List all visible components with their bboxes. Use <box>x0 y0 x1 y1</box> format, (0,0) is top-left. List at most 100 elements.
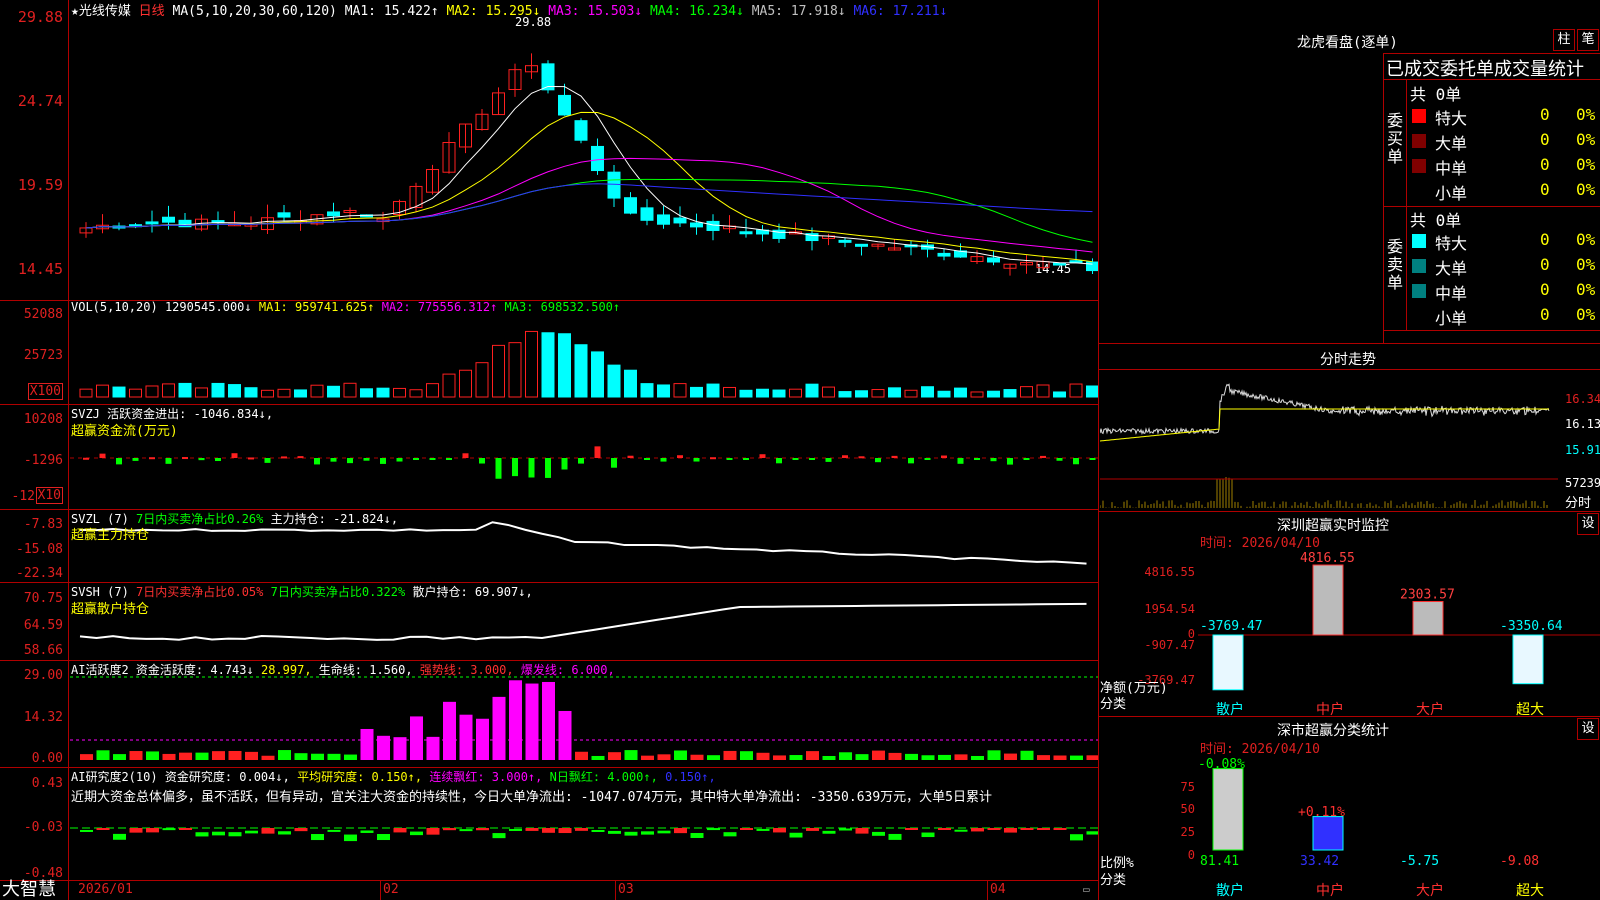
flow-bar <box>545 458 551 478</box>
x-axis-label: 02 <box>383 882 399 897</box>
sz-monitor-chart[interactable]: -3769.47散户4816.55中户2303.57大户-3350.64超大 <box>1198 550 1600 720</box>
sz-monitor-title: 深圳超赢实时监控 <box>1277 518 1389 534</box>
main-position-line <box>79 521 1087 565</box>
activity-bar <box>740 751 753 760</box>
flow-bar <box>891 455 898 458</box>
volume-bar <box>508 342 522 398</box>
ai2-axis-label: 29.00 <box>23 668 63 683</box>
activity-bar <box>294 753 308 760</box>
airs-label: AI研究度2(10) <box>71 770 158 784</box>
volume-bar <box>921 386 934 398</box>
buy-row-pct: 0% <box>1576 105 1596 124</box>
column-view-button[interactable]: 柱 <box>1553 29 1575 51</box>
volume-bar <box>343 382 357 398</box>
svzj-value: 活跃资金进出: -1046.834↓, <box>107 407 274 421</box>
flow-bar <box>644 458 650 460</box>
intraday-chart[interactable] <box>1100 371 1558 511</box>
fl-axis-label: 0 <box>1187 848 1195 862</box>
flow-bar <box>182 457 188 460</box>
volume-bar <box>772 389 786 398</box>
vol-axis-label: 52088 <box>23 307 63 322</box>
volume-bar <box>178 382 192 398</box>
sell-swatch <box>1412 284 1426 298</box>
fl-title: 深市超赢分类统计 <box>1277 723 1389 739</box>
fl-settings-button[interactable]: 设 <box>1577 718 1599 740</box>
candle <box>624 197 637 214</box>
activity-bar <box>1037 755 1050 760</box>
flow-bar <box>858 456 865 459</box>
flow-bar <box>908 458 914 464</box>
svsh-axis-label: 64.59 <box>23 618 63 633</box>
vol-header: VOL(5,10,20) 1290545.000↓ MA1: 959741.62… <box>71 300 620 314</box>
airs-axis-label: -0.03 <box>23 820 63 835</box>
activity-bar <box>1086 755 1098 760</box>
sell-row-label: 大单 <box>1435 259 1468 278</box>
svsh-axis-label: 70.75 <box>23 591 63 606</box>
avg-line <box>1100 408 1549 442</box>
research-bar <box>707 828 720 831</box>
svsh-label: SVSH (7) <box>71 585 129 599</box>
sell-swatch <box>1412 259 1426 273</box>
sz-x-title: 分类 <box>1100 697 1127 712</box>
svsh-axis-label: 58.66 <box>23 643 63 658</box>
research-bar <box>839 828 852 831</box>
research-bar <box>443 828 456 831</box>
research-bar <box>311 834 324 841</box>
net-flow-label: 2303.57 <box>1400 588 1455 603</box>
buy-orders-label: 委买单 <box>1387 111 1404 166</box>
brand-logo: 大智慧 <box>2 879 56 900</box>
activity-bar <box>476 718 489 760</box>
candle <box>1086 261 1098 272</box>
volume-bar <box>228 384 241 398</box>
activity-bar <box>113 754 126 760</box>
volume-bar <box>723 386 736 398</box>
activity-bar <box>624 750 638 760</box>
sz-settings-button[interactable]: 设 <box>1577 513 1599 535</box>
fs-vol-label: 57239 <box>1565 476 1600 490</box>
research-bar <box>146 828 159 833</box>
research-bar <box>542 828 555 833</box>
flow-bar <box>825 458 832 462</box>
flow-bar <box>248 457 254 460</box>
top-ratio-label: -0.08% <box>1198 757 1245 772</box>
divider <box>1098 369 1600 370</box>
tick-view-button[interactable]: 笔 <box>1577 29 1599 51</box>
activity-bar <box>756 752 770 760</box>
research-bar <box>426 828 440 835</box>
sell-row-count: 0 <box>1540 280 1550 299</box>
lock-icon[interactable]: ▭ <box>1083 882 1090 898</box>
flow-bar <box>198 458 205 461</box>
svsh-position: 散户持仓: 69.907↓, <box>412 585 533 599</box>
vol-axis-label: 25723 <box>23 348 63 363</box>
svzl-axis-label: -15.08 <box>16 542 63 557</box>
flow-bar <box>495 458 502 479</box>
flow-bar <box>165 458 172 464</box>
flow-bar <box>149 457 155 460</box>
research-bar <box>1070 834 1083 841</box>
airs-n-red: N日飘红: 4.000↑, <box>549 770 658 784</box>
activity-bar <box>822 755 836 760</box>
volume-bar <box>261 389 274 398</box>
fl-stats-chart[interactable]: 81.41 散户 33.42 中户 -5.75 大户 -9.08 超大 -0.08% +0.11% <box>1198 750 1600 900</box>
volume-bar <box>739 389 753 398</box>
activity-bar <box>261 755 275 760</box>
volume-bar <box>162 383 175 398</box>
flow-bar <box>446 458 452 460</box>
research-bar <box>674 828 687 834</box>
research-bar <box>245 830 258 834</box>
svzj-axis-label: -1296 <box>23 453 63 468</box>
sell-total: 共 0单 <box>1410 211 1462 230</box>
activity-bar <box>1053 755 1067 760</box>
main-chart[interactable] <box>0 0 1098 880</box>
activity-bar <box>278 750 291 760</box>
net-flow-bar <box>1412 601 1444 636</box>
activity-bar <box>245 751 258 760</box>
flow-bar <box>380 458 386 464</box>
activity-bar <box>426 736 440 760</box>
volume-bar <box>145 385 159 398</box>
buy-row-label: 大单 <box>1435 134 1468 153</box>
volume-bar <box>1003 389 1017 398</box>
ai2-label: AI活跃度2 <box>71 663 129 677</box>
research-bar <box>162 828 176 831</box>
sz-axis-label: 4816.55 <box>1144 565 1195 579</box>
